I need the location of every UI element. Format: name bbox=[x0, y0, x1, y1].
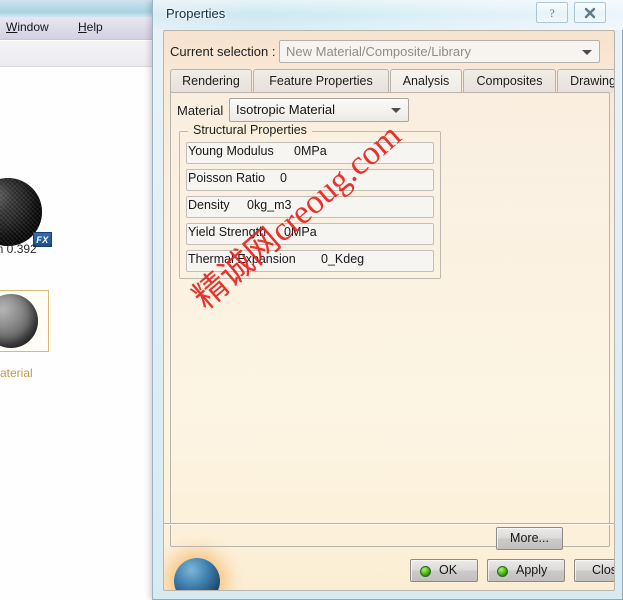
menu-item-window[interactable]: Window bbox=[6, 20, 49, 34]
aero-glass-strip bbox=[0, 0, 155, 17]
property-label: Young Modulus bbox=[188, 144, 274, 158]
menu-item-help-label: elp bbox=[86, 20, 103, 34]
more-button[interactable]: More... bbox=[496, 527, 563, 550]
dialog-titlebar[interactable]: Properties ? bbox=[153, 0, 623, 30]
tab-drawing[interactable]: Drawing bbox=[557, 69, 615, 93]
green-sphere-icon bbox=[420, 566, 431, 577]
material-caption-carbon: on 0.392 bbox=[0, 242, 37, 256]
green-sphere-icon bbox=[497, 566, 508, 577]
help-question-icon: ? bbox=[549, 6, 554, 20]
button-bar-separator bbox=[164, 523, 614, 524]
menu-bar: Window Help bbox=[0, 17, 155, 40]
menu-item-help[interactable]: Help bbox=[78, 20, 103, 34]
apply-button-label: Apply bbox=[516, 563, 548, 577]
svg-text:?: ? bbox=[549, 6, 554, 20]
material-browser-canvas: FX on 0.392 w Material bbox=[0, 68, 155, 600]
tab-bar: Rendering Feature Properties Analysis Co… bbox=[170, 69, 614, 93]
property-row: Thermal Expansion 0_Kdeg bbox=[186, 250, 434, 272]
analysis-tab-panel: Material Isotropic Material Structural P… bbox=[170, 92, 610, 547]
apply-button[interactable]: Apply bbox=[487, 559, 565, 582]
current-selection-combo[interactable]: New Material/Composite/Library bbox=[279, 40, 600, 63]
screen: Window Help FX on 0.392 w Material Prope… bbox=[0, 0, 623, 600]
tab-analysis[interactable]: Analysis bbox=[390, 69, 462, 93]
close-icon bbox=[584, 7, 596, 19]
dialog-body: Current selection : New Material/Composi… bbox=[163, 30, 615, 591]
ok-button-label: OK bbox=[439, 563, 458, 577]
material-label: Material bbox=[177, 103, 224, 118]
background-application: Window Help FX on 0.392 w Material bbox=[0, 0, 155, 600]
ok-button[interactable]: OK bbox=[410, 559, 478, 582]
close-button[interactable] bbox=[574, 2, 606, 23]
tab-analysis-label: Analysis bbox=[402, 74, 450, 88]
globe-graphic bbox=[174, 558, 220, 590]
material-caption-new: w Material bbox=[0, 366, 33, 380]
tab-rendering-label: Rendering bbox=[182, 74, 240, 88]
tab-drawing-label: Drawing bbox=[570, 74, 615, 88]
chevron-down-icon bbox=[391, 108, 401, 113]
tab-composites-label: Composites bbox=[476, 74, 543, 88]
property-row: Density 0kg_m3 bbox=[186, 196, 434, 218]
property-row: Poisson Ratio 0 bbox=[186, 169, 434, 191]
chevron-down-icon bbox=[582, 50, 592, 55]
structural-properties-title: Structural Properties bbox=[188, 123, 312, 137]
property-value: 0kg_m3 bbox=[247, 198, 292, 212]
close-dialog-button[interactable]: Close bbox=[574, 559, 614, 582]
property-row: Yield Strength 0MPa bbox=[186, 223, 434, 245]
tab-feature-properties-label: Feature Properties bbox=[269, 74, 373, 88]
close-dialog-button-label: Close bbox=[592, 563, 614, 577]
more-button-label: More... bbox=[510, 531, 549, 545]
help-button[interactable]: ? bbox=[536, 2, 568, 23]
menu-item-window-label: indow bbox=[17, 20, 49, 34]
property-value: 0_Kdeg bbox=[321, 252, 365, 266]
property-label: Density bbox=[188, 198, 230, 212]
property-value: 0 bbox=[280, 171, 287, 185]
property-label: Thermal Expansion bbox=[188, 252, 296, 266]
tab-rendering[interactable]: Rendering bbox=[170, 69, 252, 93]
property-label: Yield Strength bbox=[188, 225, 267, 239]
current-selection-label: Current selection : bbox=[170, 44, 276, 59]
properties-dialog: Properties ? Current selection : New Mat… bbox=[152, 0, 623, 600]
tab-feature-properties[interactable]: Feature Properties bbox=[253, 69, 389, 93]
dialog-title: Properties bbox=[166, 6, 226, 21]
tab-composites[interactable]: Composites bbox=[463, 69, 556, 93]
structural-properties-group: Structural Properties Young Modulus 0MPa P… bbox=[179, 123, 441, 279]
property-label: Poisson Ratio bbox=[188, 171, 266, 185]
current-selection-value: New Material/Composite/Library bbox=[286, 44, 471, 59]
material-type-value: Isotropic Material bbox=[236, 102, 335, 117]
property-value: 0MPa bbox=[284, 225, 317, 239]
property-value: 0MPa bbox=[294, 144, 327, 158]
toolbar-strip bbox=[0, 41, 155, 67]
material-type-combo[interactable]: Isotropic Material bbox=[229, 98, 409, 122]
property-row: Young Modulus 0MPa bbox=[186, 142, 434, 164]
